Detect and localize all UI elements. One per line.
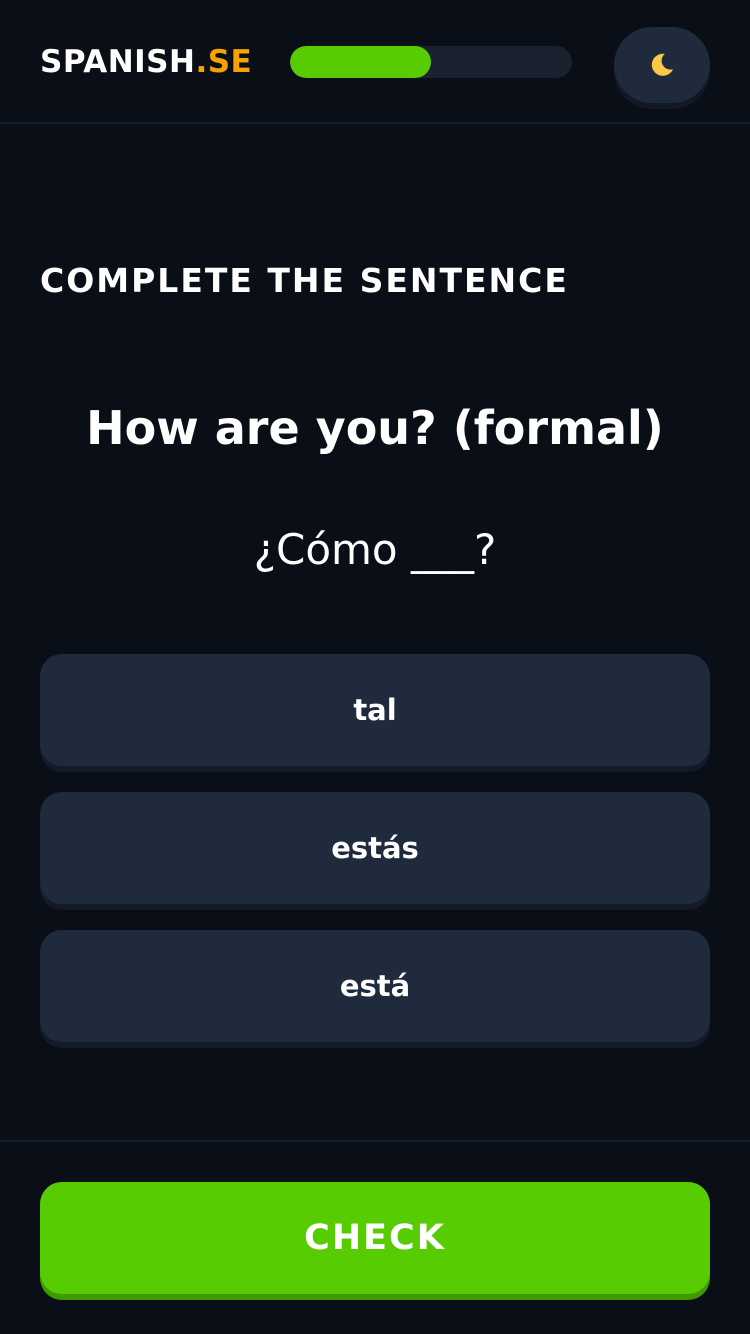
moon-icon <box>651 53 674 76</box>
exercise-instruction: COMPLETE THE SENTENCE <box>40 261 569 300</box>
logo-main: SPANISH <box>40 44 196 80</box>
sentence-with-blank: ¿Cómo ___? <box>253 525 497 574</box>
answer-option-tal[interactable]: tal <box>40 654 710 766</box>
progress-bar <box>290 46 572 78</box>
app-logo: SPANISH.SE <box>40 42 252 82</box>
logo-suffix: .SE <box>195 44 253 80</box>
theme-toggle-button[interactable] <box>614 27 710 103</box>
answer-option-estas[interactable]: estás <box>40 792 710 904</box>
progress-bar-fill <box>290 46 431 78</box>
top-bar: SPANISH.SE <box>0 0 750 124</box>
answer-option-esta[interactable]: está <box>40 930 710 1042</box>
check-button[interactable]: CHECK <box>40 1182 710 1294</box>
footer-divider <box>0 1140 750 1142</box>
exercise-prompt: How are you? (formal) <box>86 401 664 455</box>
